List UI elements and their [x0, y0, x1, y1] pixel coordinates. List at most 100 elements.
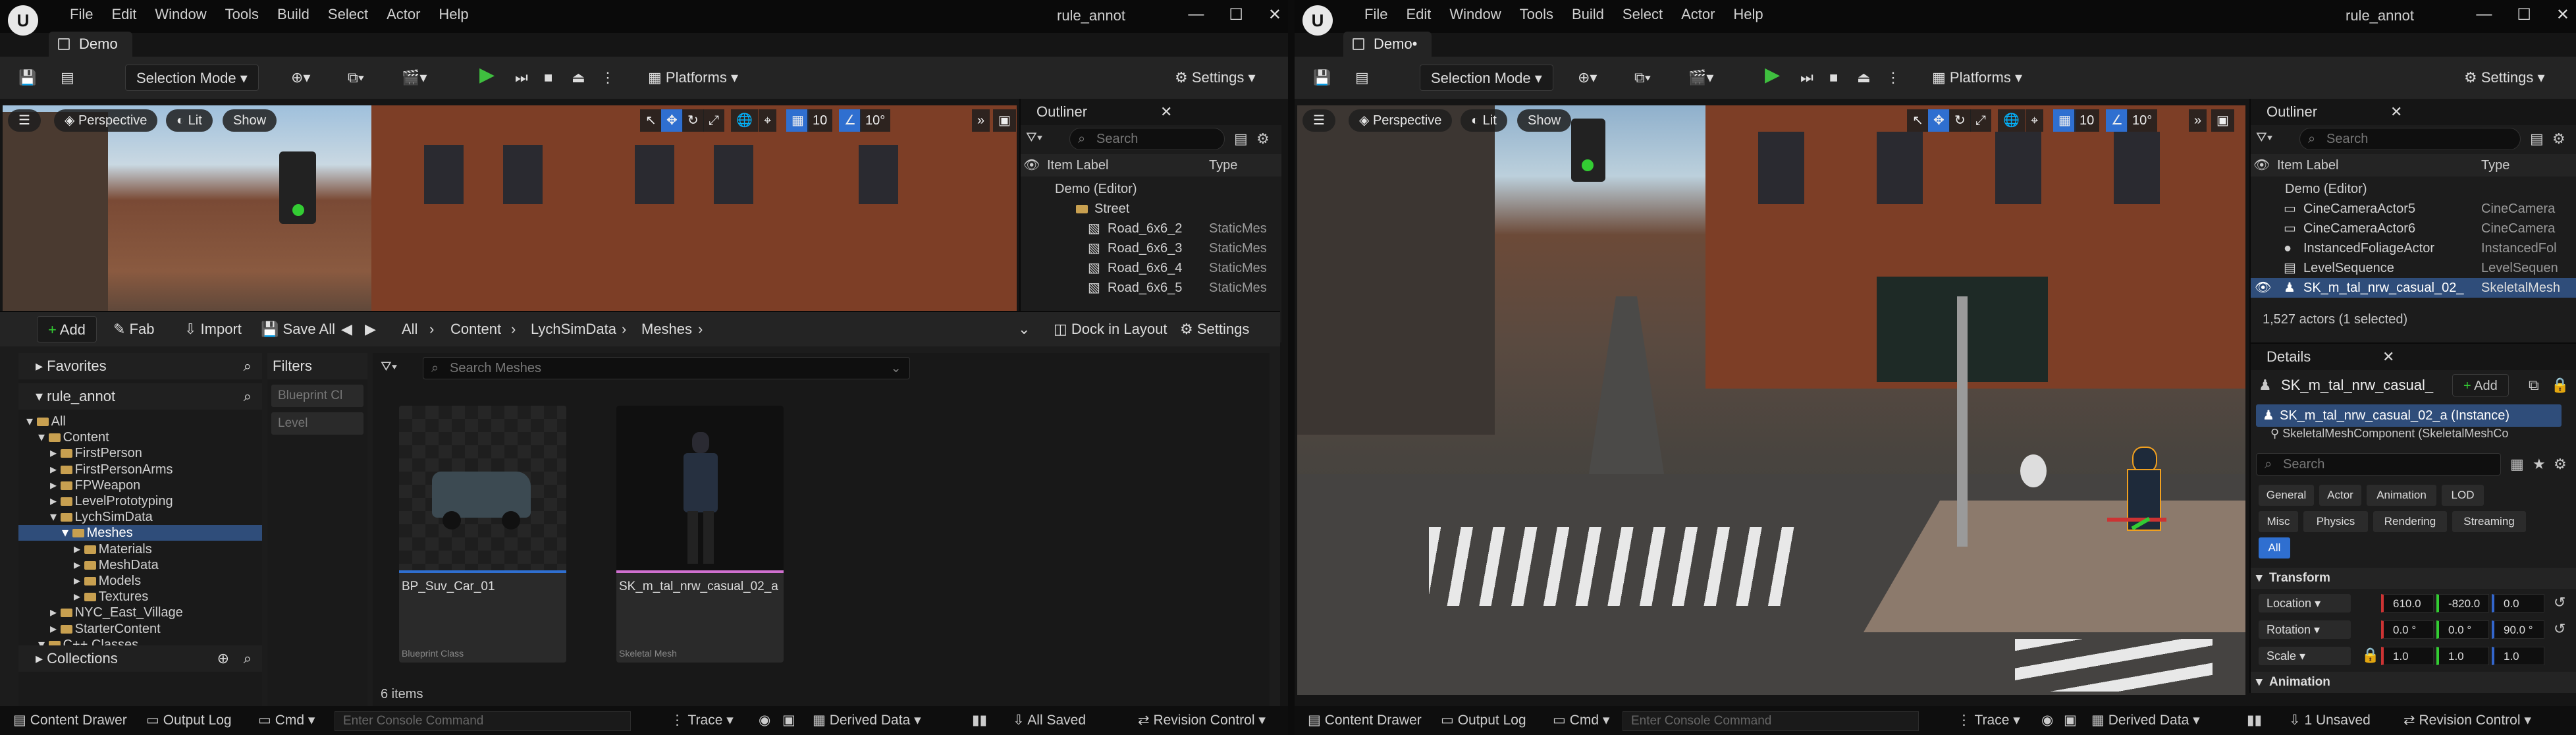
transform-section[interactable]: ▾ Transform: [2251, 568, 2576, 589]
location-z[interactable]: 0.0: [2492, 594, 2544, 612]
filter-icon[interactable]: ⛛▾: [2256, 130, 2272, 146]
folder-tree-item[interactable]: ▸ Materials: [18, 541, 262, 557]
surface-snap-icon[interactable]: ⌖: [2026, 109, 2044, 132]
rotation-dropdown[interactable]: Rotation ▾: [2259, 620, 2351, 639]
cinematics-icon[interactable]: 🎬▾: [402, 65, 427, 91]
category-general[interactable]: General: [2259, 485, 2314, 506]
expand-arrow-icon[interactable]: ▾: [62, 526, 72, 540]
revision-control-button[interactable]: ⇄ Revision Control ▾: [1138, 706, 1266, 735]
close-icon[interactable]: ✕: [2382, 344, 2394, 370]
outliner-row-selected[interactable]: 👁 ♟ SK_m_tal_nrw_casual_02_ SkeletalMesh: [2251, 278, 2576, 298]
reset-icon[interactable]: ↺: [2554, 620, 2565, 638]
level-tab[interactable]: Demo•: [1343, 32, 1432, 57]
derived-data-button[interactable]: ▦ Derived Data ▾: [813, 706, 921, 735]
grid-size[interactable]: 10: [807, 109, 833, 132]
outliner-search-input[interactable]: ⌕ Search: [1069, 128, 1225, 150]
trace-button[interactable]: ⋮ Trace ▾: [670, 706, 734, 735]
component-instance[interactable]: ♟ SK_m_tal_nrw_casual_02_a (Instance): [2256, 404, 2562, 427]
visibility-icon[interactable]: 👁: [2253, 154, 2270, 177]
category-misc[interactable]: Misc: [2259, 511, 2298, 532]
fab-button[interactable]: ✎ Fab: [113, 316, 154, 342]
show-button[interactable]: Show: [223, 109, 277, 132]
scale-y[interactable]: 1.0: [2436, 647, 2489, 665]
menu-tools[interactable]: Tools: [1511, 6, 1563, 23]
derived-data-button[interactable]: ▦ Derived Data ▾: [2091, 706, 2200, 735]
folder-tree-item[interactable]: ▾ Content: [18, 429, 262, 445]
folder-tree-item[interactable]: ▾ Meshes: [18, 525, 262, 541]
folder-tree-item[interactable]: ▸ FirstPersonArms: [18, 462, 262, 477]
outliner-row[interactable]: ▭ CineCameraActor5 CineCamera: [2251, 199, 2576, 219]
filter-icon[interactable]: ⛛▾: [381, 360, 397, 375]
visibility-icon[interactable]: 👁: [2255, 278, 2271, 298]
category-animation[interactable]: Animation: [2367, 485, 2436, 506]
menu-select[interactable]: Select: [1613, 6, 1672, 23]
content-icon[interactable]: ▤: [61, 65, 74, 91]
content-settings-button[interactable]: ⚙ Settings: [1180, 316, 1249, 342]
outliner-row[interactable]: ▧ Road_6x6_5 StaticMes: [1021, 278, 1281, 298]
expand-arrow-icon[interactable]: ▸: [74, 574, 84, 588]
minimize-icon[interactable]: —: [2476, 5, 2492, 24]
expand-arrow-icon[interactable]: ▾: [50, 510, 61, 524]
add-button[interactable]: + Add: [37, 316, 97, 342]
add-component-button[interactable]: + Add: [2452, 374, 2509, 396]
close-icon[interactable]: ✕: [1268, 5, 1281, 24]
lock-icon[interactable]: 🔒: [2551, 377, 2569, 394]
col-item-label[interactable]: Item Label: [2277, 154, 2338, 177]
stop-icon[interactable]: ■: [544, 65, 552, 91]
outliner-row[interactable]: ▧ Road_6x6_2 StaticMes: [1021, 219, 1281, 238]
favorites-header[interactable]: ▸ Favorites ⌕: [18, 353, 262, 379]
trace-button[interactable]: ⋮ Trace ▾: [1957, 706, 2020, 735]
viewport-menu-icon[interactable]: ☰: [1302, 109, 1335, 132]
perspective-button[interactable]: ◈ Perspective: [1349, 109, 1453, 132]
close-icon[interactable]: ✕: [1160, 99, 1172, 125]
eject-icon[interactable]: ⏏: [572, 65, 585, 91]
col-item-label[interactable]: Item Label: [1047, 154, 1108, 177]
menu-help[interactable]: Help: [1724, 6, 1772, 23]
perspective-button[interactable]: ◈ Perspective: [54, 109, 158, 132]
outliner-row[interactable]: ▧ Road_6x6_3 StaticMes: [1021, 238, 1281, 258]
rotation-size[interactable]: 10°: [860, 109, 891, 132]
rotation-snap-icon[interactable]: ∠: [2106, 109, 2128, 132]
console-input[interactable]: Enter Console Command: [1623, 711, 1919, 731]
folder-tree-item[interactable]: ▸ NYC_East_Village: [18, 605, 262, 620]
rotation-size[interactable]: 10°: [2127, 109, 2158, 132]
step-icon[interactable]: ⏭: [515, 65, 528, 91]
camera-icon[interactable]: ▣: [782, 706, 795, 735]
expand-arrow-icon[interactable]: ▾: [26, 414, 37, 429]
selected-character-head[interactable]: [2132, 447, 2157, 473]
move-tool-icon[interactable]: ✥: [661, 109, 683, 132]
save-all-button[interactable]: 💾 Save All: [261, 316, 335, 342]
folder-tree-item[interactable]: ▸ FirstPerson: [18, 445, 262, 461]
more-options-icon[interactable]: ⋮: [1886, 65, 1900, 91]
step-icon[interactable]: ⏭: [1800, 65, 1813, 91]
location-x[interactable]: 610.0: [2381, 594, 2434, 612]
scale-x[interactable]: 1.0: [2381, 647, 2434, 665]
outliner-row[interactable]: Street: [1021, 199, 1281, 219]
asset-search-input[interactable]: ⌕ Search Meshes ⌄: [423, 357, 910, 379]
outliner-row[interactable]: ▧ Road_6x6_4 StaticMes: [1021, 258, 1281, 278]
grid-size[interactable]: 10: [2074, 109, 2100, 132]
search-icon[interactable]: ⌕: [244, 383, 252, 410]
breadcrumb-all[interactable]: All: [402, 316, 417, 342]
outliner-row[interactable]: ▭ CineCameraActor6 CineCamera: [2251, 219, 2576, 238]
viewport[interactable]: ☰ ◈ Perspective ◐ Lit Show ↖ ✥ ↻ ⤢ 🌐 ⌖ ▦…: [3, 105, 1017, 342]
outliner-row[interactable]: ▤ LevelSequence LevelSequen: [2251, 258, 2576, 278]
revision-control-button[interactable]: ⇄ Revision Control ▾: [2403, 706, 2531, 735]
location-y[interactable]: -820.0: [2436, 594, 2489, 612]
folder-tree-item[interactable]: ▸ Textures: [18, 589, 262, 605]
rotate-tool-icon[interactable]: ↻: [1949, 109, 1971, 132]
category-physics[interactable]: Physics: [2303, 511, 2368, 532]
add-folder-icon[interactable]: ▤: [1234, 130, 1248, 148]
record-icon[interactable]: ◉: [759, 706, 770, 735]
menu-actor[interactable]: Actor: [377, 6, 429, 23]
expand-arrow-icon[interactable]: ▸: [50, 622, 61, 636]
world-icon[interactable]: 🌐: [731, 109, 758, 132]
rotation-y[interactable]: 0.0 °: [2436, 620, 2489, 639]
menu-window[interactable]: Window: [1440, 6, 1510, 23]
location-dropdown[interactable]: Location ▾: [2259, 594, 2351, 612]
menu-file[interactable]: File: [61, 6, 102, 23]
dock-in-layout-button[interactable]: ◫ Dock in Layout: [1054, 316, 1167, 342]
stats-icon[interactable]: ▮▮: [2247, 706, 2262, 735]
save-status[interactable]: ⇩ 1 Unsaved: [2289, 706, 2371, 735]
blueprint-icon[interactable]: ⧉: [2529, 377, 2539, 394]
